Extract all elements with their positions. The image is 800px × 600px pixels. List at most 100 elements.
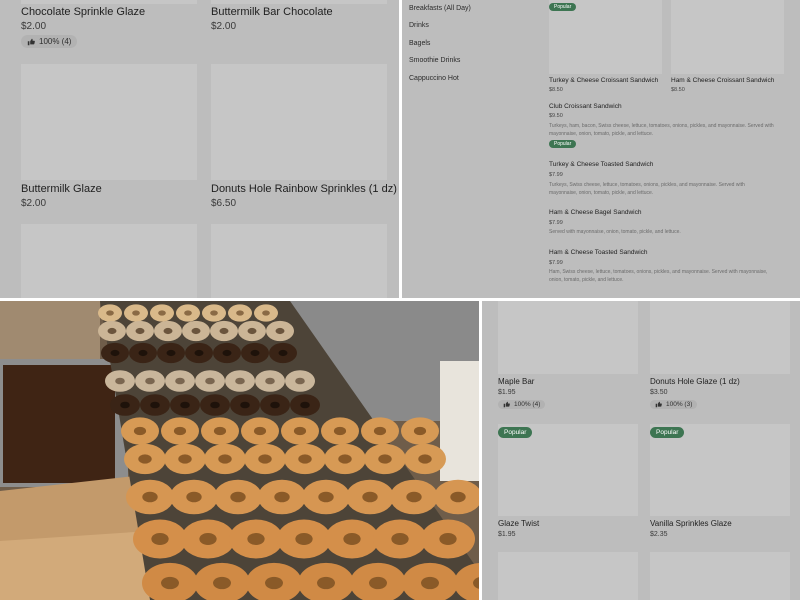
item-name[interactable]: Maple Bar: [498, 377, 534, 386]
item-name[interactable]: Turkey & Cheese Croissant Sandwich: [549, 77, 658, 84]
donut-hole: [450, 491, 466, 503]
item-name[interactable]: Vanilla Sprinkles Glaze: [650, 519, 732, 528]
donut-hole: [240, 401, 250, 409]
item-price: $7.99: [549, 220, 563, 226]
donut-hole: [150, 401, 160, 409]
item-price: $3.50: [650, 389, 668, 396]
donut-hole: [333, 426, 347, 436]
donut-hole: [247, 327, 257, 335]
donut-hole: [236, 310, 244, 316]
donut-hole: [418, 454, 432, 464]
donut-hole: [369, 576, 387, 590]
item-price: $7.99: [549, 260, 563, 266]
donut-hole: [262, 310, 270, 316]
item-image[interactable]: [498, 301, 638, 374]
item-price: $2.00: [21, 21, 47, 32]
donut-hole: [300, 401, 310, 409]
donut-hole: [120, 401, 130, 409]
item-name[interactable]: Buttermilk Glaze: [21, 183, 102, 195]
item-image[interactable]: [549, 0, 662, 74]
donut-display-photo: [0, 301, 479, 600]
donut-hole: [213, 576, 231, 590]
donut-hole: [180, 401, 190, 409]
donut-hole: [247, 533, 265, 545]
item-image[interactable]: [21, 64, 197, 180]
donut-hole: [250, 349, 260, 357]
thumbs-up-icon: [27, 38, 35, 45]
donut-menu-panel-2: Maple Bar $1.95 100% (4) Donuts Hole Gla…: [482, 301, 800, 600]
donut-hole: [191, 327, 201, 335]
donut-hole: [318, 491, 334, 503]
donut-hole: [142, 491, 158, 503]
popular-badge: Popular: [498, 427, 533, 438]
donut-hole: [378, 454, 392, 464]
item-price: $1.95: [498, 531, 516, 538]
item-image[interactable]: [498, 552, 638, 600]
item-image[interactable]: [211, 0, 387, 4]
item-name[interactable]: Turkey & Cheese Toasted Sandwich: [549, 161, 653, 168]
donut-hole: [253, 426, 267, 436]
donut-hole: [362, 491, 378, 503]
rating-badge: 100% (3): [650, 400, 698, 409]
item-description: Ham, Swiss cheese, lettuce, tomatoes, on…: [549, 269, 768, 283]
item-image[interactable]: [211, 224, 387, 298]
item-name[interactable]: Donuts Hole Glaze (1 dz): [650, 377, 740, 386]
popular-badge: Popular: [650, 427, 685, 438]
item-image[interactable]: [211, 64, 387, 180]
category-link[interactable]: Breakfasts (All Day): [409, 5, 471, 12]
donut-hole: [218, 454, 232, 464]
rating-text: 100% (4): [39, 37, 72, 46]
category-link[interactable]: Smoothie Drinks: [409, 57, 460, 64]
category-link[interactable]: Cappuccino Hot: [409, 75, 459, 82]
donut-hole: [230, 491, 246, 503]
donut-hole: [265, 377, 275, 385]
rating-badge: 100% (4): [498, 400, 546, 409]
item-name[interactable]: Club Croissant Sandwich: [549, 103, 622, 110]
donut-hole: [343, 533, 361, 545]
donut-hole: [406, 491, 422, 503]
item-name[interactable]: Ham & Cheese Toasted Sandwich: [549, 249, 648, 256]
donut-hole: [373, 426, 387, 436]
donut-hole: [222, 349, 232, 357]
donut-hole: [107, 327, 117, 335]
donut-hole: [219, 327, 229, 335]
item-image[interactable]: [650, 301, 790, 374]
donut-hole: [110, 349, 120, 357]
donut-hole: [132, 310, 140, 316]
item-price: $7.99: [549, 172, 563, 178]
thumbs-up-icon: [503, 401, 510, 408]
item-name[interactable]: Ham & Cheese Bagel Sandwich: [549, 209, 642, 216]
donut-hole: [115, 377, 125, 385]
item-price: $9.50: [549, 113, 563, 119]
item-price: $6.50: [211, 198, 237, 209]
item-image[interactable]: [21, 0, 197, 4]
donut-hole: [161, 576, 179, 590]
category-link[interactable]: Bagels: [409, 40, 430, 47]
item-price: $2.00: [21, 198, 47, 209]
donut-hole: [210, 401, 220, 409]
donut-hole: [166, 349, 176, 357]
item-image[interactable]: [21, 224, 197, 298]
donut-hole: [391, 533, 409, 545]
item-image[interactable]: [650, 552, 790, 600]
donut-hole: [317, 576, 335, 590]
donut-hole: [258, 454, 272, 464]
category-link[interactable]: Drinks: [409, 22, 429, 29]
item-name[interactable]: Ham & Cheese Croissant Sandwich: [671, 77, 774, 84]
rating-text: 100% (4): [514, 401, 541, 408]
donut-hole: [205, 377, 215, 385]
donut-hole: [158, 310, 166, 316]
item-image[interactable]: [671, 0, 784, 74]
item-name[interactable]: Glaze Twist: [498, 519, 539, 528]
donut-hole: [138, 349, 148, 357]
item-name[interactable]: Donuts Hole Rainbow Sprinkles (1 dz): [211, 183, 397, 195]
donut-hole: [295, 533, 313, 545]
item-name[interactable]: Buttermilk Bar Chocolate: [211, 6, 333, 18]
donut-menu-panel: Chocolate Sprinkle Glaze $2.00 100% (4) …: [0, 0, 399, 298]
donut-hole: [199, 533, 217, 545]
item-description: Turkeys, Swiss cheese, lettuce, tomatoes…: [549, 182, 745, 196]
item-name[interactable]: Chocolate Sprinkle Glaze: [21, 6, 145, 18]
donut-hole: [265, 576, 283, 590]
donut-hole: [275, 327, 285, 335]
rating-text: 100% (3): [666, 401, 693, 408]
